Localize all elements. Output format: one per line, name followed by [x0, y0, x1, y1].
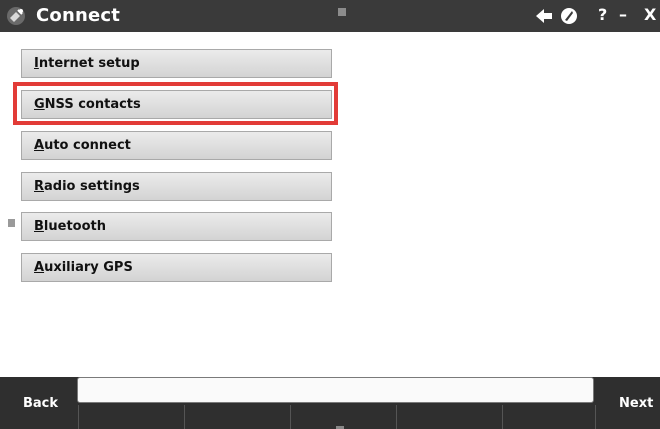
button-label: nternet setup [38, 56, 140, 71]
bluetooth-button[interactable]: Bluetooth [21, 212, 332, 241]
next-button[interactable]: Next [619, 396, 653, 411]
button-label: adio settings [44, 179, 140, 194]
soft-key-5[interactable] [502, 405, 596, 429]
help-button[interactable]: ? [598, 5, 607, 24]
back-button[interactable]: Back [23, 396, 58, 411]
radio-settings-button[interactable]: Radio settings [21, 172, 332, 201]
satellite-icon [6, 6, 26, 26]
mnemonic: B [34, 219, 44, 234]
internet-setup-button[interactable]: Internet setup [21, 49, 332, 78]
soft-key-2[interactable] [184, 405, 291, 429]
button-label: uxiliary GPS [44, 260, 133, 275]
scroll-marker [8, 219, 15, 227]
back-arrow-icon[interactable] [533, 6, 555, 26]
mnemonic: A [34, 138, 45, 153]
button-label: uto connect [44, 138, 131, 153]
soft-key-4[interactable] [396, 405, 503, 429]
close-button[interactable]: X [644, 5, 656, 24]
highlight-box [13, 82, 338, 125]
mnemonic: A [34, 260, 45, 275]
mnemonic: R [34, 179, 45, 194]
auxiliary-gps-button[interactable]: Auxiliary GPS [21, 253, 332, 282]
window-title: Connect [36, 5, 121, 26]
status-field [77, 377, 594, 403]
drag-handle [338, 8, 346, 16]
soft-key-1[interactable] [78, 405, 185, 429]
button-label: luetooth [43, 219, 106, 234]
minimize-button[interactable]: – [619, 5, 627, 24]
auto-connect-button[interactable]: Auto connect [21, 131, 332, 160]
title-bar: Connect ? – X [0, 0, 660, 32]
compass-icon[interactable] [558, 6, 580, 26]
